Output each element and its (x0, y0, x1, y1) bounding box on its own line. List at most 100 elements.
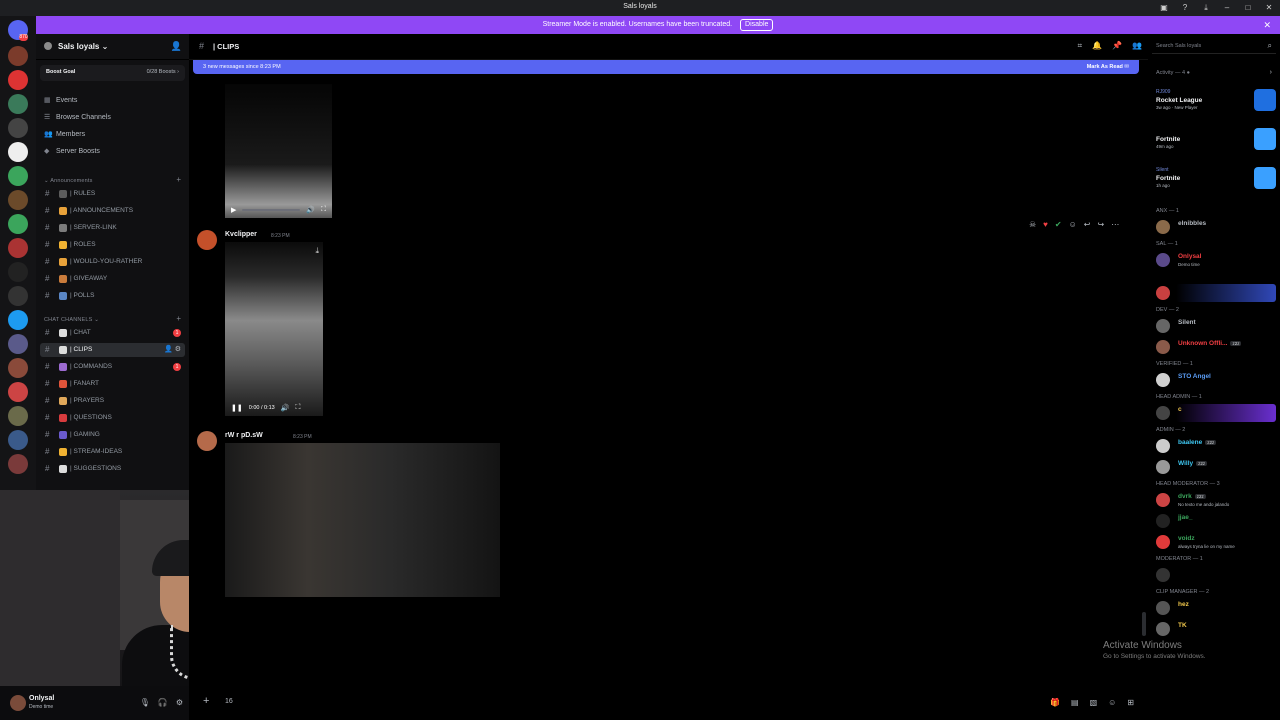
inbox-icon[interactable]: ▣ (1159, 2, 1169, 14)
message-composer[interactable]: + 16 🎁 ▤ ▧ ☺ ⊞ (189, 686, 1148, 720)
close-window-icon[interactable]: ✕ (1264, 2, 1274, 14)
member-item[interactable]: TK (1156, 620, 1276, 638)
member-item[interactable]: c (1156, 404, 1276, 422)
headphones-icon[interactable]: 🎧 (158, 698, 168, 707)
pin-icon[interactable]: 📌 (1112, 41, 1122, 51)
activity-item[interactable]: RJ909 Rocket League 3w ago · New Player (1156, 89, 1276, 117)
member-item[interactable]: elnibbles (1156, 218, 1276, 236)
avatar[interactable] (197, 431, 217, 451)
reply-icon[interactable]: ↩ (1084, 220, 1091, 234)
check-reaction-icon[interactable]: ✔ (1055, 220, 1062, 234)
server-icon[interactable] (8, 358, 28, 378)
channel-item[interactable]: # | POLLS (40, 289, 185, 303)
member-item[interactable]: Unknown Offli... z2z (1156, 338, 1276, 356)
member-item[interactable]: voidz always tryna lie on my name (1156, 533, 1276, 551)
channel-item[interactable]: # | GIVEAWAY (40, 272, 185, 286)
fullscreen-icon[interactable]: ⛶ (321, 206, 326, 214)
member-item[interactable]: STO Angel (1156, 371, 1276, 389)
add-reaction-icon[interactable]: ☺ (1069, 220, 1077, 234)
member-item[interactable]: baalene z2z (1156, 437, 1276, 455)
video-progress-bar[interactable] (242, 209, 301, 211)
member-item[interactable]: hez (1156, 599, 1276, 617)
message-scrollbar[interactable] (1142, 612, 1146, 636)
gif-icon[interactable]: ▤ (1071, 698, 1079, 707)
server-icon[interactable] (8, 118, 28, 138)
maximize-icon[interactable]: □ (1243, 2, 1253, 14)
channel-item[interactable]: # | WOULD-YOU-RATHER (40, 255, 185, 269)
search-input[interactable]: Search Sals loyals ⌕ (1152, 40, 1276, 54)
server-icon[interactable] (8, 334, 28, 354)
activity-header[interactable]: Activity — 4 ● (1156, 70, 1190, 76)
chevron-right-icon[interactable]: › (1270, 69, 1272, 76)
sticker-icon[interactable]: ▧ (1090, 698, 1098, 707)
channel-item[interactable]: # | COMMANDS 1 (40, 360, 185, 374)
channel-item[interactable]: # | STREAM-IDEAS (40, 445, 185, 459)
download-icon[interactable]: ⤓ (1201, 2, 1211, 14)
server-icon[interactable] (8, 382, 28, 402)
emoji-icon[interactable]: ☺ (1108, 698, 1116, 707)
member-item[interactable]: jjae_ (1156, 512, 1276, 530)
volume-icon[interactable]: 🔊 (306, 206, 315, 214)
server-icon[interactable] (8, 166, 28, 186)
activity-item[interactable]: Silent Fortnite 1h ago (1156, 167, 1276, 195)
mark-as-read-button[interactable]: Mark As Read ✉ (1087, 60, 1129, 74)
server-icon[interactable] (8, 190, 28, 210)
category-chat-channels[interactable]: CHAT CHANNELS ⌄ (44, 317, 99, 323)
channel-item[interactable]: # | RULES (40, 187, 185, 201)
channel-item[interactable]: # | SUGGESTIONS (40, 462, 185, 476)
heart-reaction-icon[interactable]: ♥ (1043, 220, 1048, 234)
category-announcements[interactable]: ⌄ Announcements (44, 178, 93, 184)
channel-item[interactable]: # | CHAT 1 (40, 326, 185, 340)
attach-plus-icon[interactable]: + (203, 695, 209, 707)
nav-item-events[interactable]: ▦ Events (44, 95, 77, 107)
message-author[interactable]: rW r pD.sW (225, 432, 263, 439)
microphone-icon[interactable]: 🎙 (140, 698, 150, 707)
channel-item[interactable]: # | FANART (40, 377, 185, 391)
channel-item[interactable]: # | PRAYERS (40, 394, 185, 408)
skull-reaction-icon[interactable]: ☠ (1029, 220, 1036, 234)
invite-people-icon[interactable]: 👤 (171, 41, 182, 52)
gift-icon[interactable]: 🎁 (1050, 698, 1060, 707)
server-icon[interactable] (8, 214, 28, 234)
video-attachment[interactable] (225, 443, 500, 597)
download-icon[interactable]: ⤓ (315, 246, 319, 256)
minimize-icon[interactable]: – (1222, 2, 1232, 14)
server-icon[interactable] (8, 454, 28, 474)
settings-gear-icon[interactable]: ⚙ (176, 698, 183, 707)
channel-item[interactable]: # | CLIPS 👤 ⚙ (40, 343, 185, 357)
video-attachment[interactable]: ⤓ ❚❚ 0:00 / 0:13 🔊 ⛶ (225, 242, 323, 416)
server-icon[interactable] (8, 406, 28, 426)
server-icon[interactable] (8, 70, 28, 90)
member-item[interactable]: Onlysal Demo time (1156, 251, 1276, 269)
fullscreen-icon[interactable]: ⛶ (295, 404, 300, 412)
threads-icon[interactable]: ⌗ (1078, 41, 1083, 51)
server-icon[interactable] (8, 286, 28, 306)
member-item[interactable] (1156, 284, 1276, 302)
notification-bell-icon[interactable]: 🔔 (1092, 41, 1102, 51)
member-item[interactable]: Silent (1156, 317, 1276, 335)
help-icon[interactable]: ? (1180, 2, 1190, 14)
avatar[interactable] (197, 230, 217, 250)
nav-item-browse-channels[interactable]: ☰ Browse Channels (44, 112, 111, 124)
channel-item[interactable]: # | QUESTIONS (40, 411, 185, 425)
nav-item-members[interactable]: 👥 Members (44, 129, 85, 141)
play-icon[interactable]: ▶ (231, 206, 236, 214)
server-icon[interactable] (8, 430, 28, 450)
pause-icon[interactable]: ❚❚ (231, 404, 243, 412)
new-messages-bar[interactable]: 3 new messages since 8:23 PM Mark As Rea… (193, 60, 1139, 74)
video-attachment[interactable]: ▶ 🔊 ⛶ (225, 84, 332, 218)
channel-item[interactable]: # | ANNOUNCEMENTS (40, 204, 185, 218)
activity-item[interactable]: Fortnite 49m ago (1156, 128, 1276, 156)
channel-item[interactable]: # | SERVER-LINK (40, 221, 185, 235)
server-icon[interactable] (8, 94, 28, 114)
add-channel-icon[interactable]: + (176, 314, 181, 323)
invite-icon[interactable]: 👤 (164, 346, 173, 353)
channel-item[interactable]: # | ROLES (40, 238, 185, 252)
message-author[interactable]: Kvclipper (225, 231, 257, 238)
server-icon[interactable] (8, 142, 28, 162)
server-icon[interactable] (8, 46, 28, 66)
add-channel-icon[interactable]: + (176, 175, 181, 184)
close-banner-icon[interactable]: ✕ (1263, 16, 1271, 34)
disable-streamer-mode-button[interactable]: Disable (740, 19, 774, 31)
member-item[interactable]: dvrk z2z No texto me ando jalando (1156, 491, 1276, 509)
